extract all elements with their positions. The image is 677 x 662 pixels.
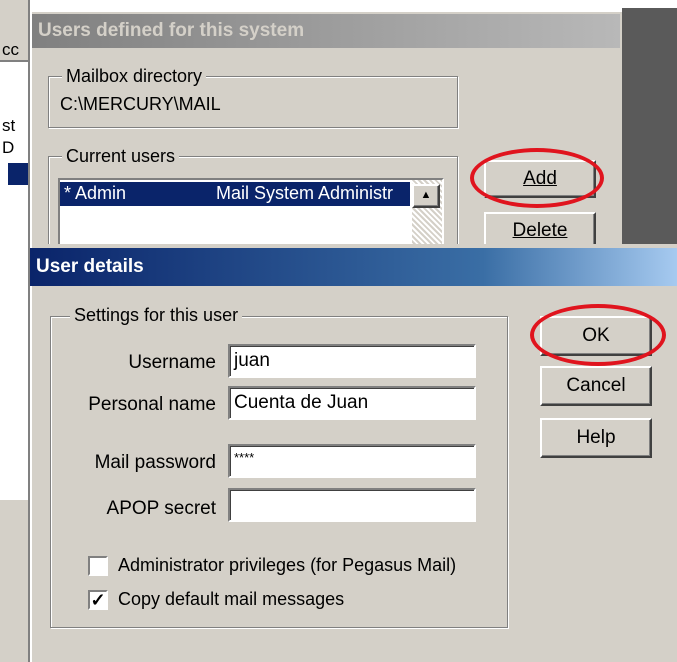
ok-highlight-circle — [530, 304, 666, 366]
delete-button-label: Delete — [512, 220, 568, 241]
background-text-1: cc — [2, 40, 19, 59]
background-text-3: D — [2, 138, 15, 157]
personal-name-label: Personal name — [88, 394, 216, 415]
help-button-label: Help — [576, 427, 616, 448]
personal-name-field[interactable]: Cuenta de Juan — [228, 386, 476, 420]
add-highlight-circle — [470, 148, 604, 208]
apop-secret-label: APOP secret — [106, 498, 216, 519]
username-field[interactable]: juan — [228, 344, 476, 378]
background-top-strip — [622, 0, 677, 8]
help-button[interactable]: Help — [540, 418, 652, 458]
background-selection — [8, 163, 28, 185]
users-dialog-title: Users defined for this system — [32, 14, 620, 48]
admin-privileges-label: Administrator privileges (for Pegasus Ma… — [118, 555, 457, 575]
background-text-2: st — [2, 116, 16, 135]
mailbox-path: C:\MERCURY\MAIL — [60, 94, 221, 114]
list-scrollbar[interactable]: ▲ — [412, 180, 442, 254]
user-name: * Admin — [64, 183, 127, 203]
list-item[interactable]: * Admin Mail System Administr — [60, 182, 410, 206]
mailbox-directory-label: Mailbox directory — [62, 66, 207, 87]
cancel-button-label: Cancel — [566, 375, 626, 396]
current-users-label: Current users — [62, 146, 180, 167]
apop-secret-field[interactable] — [228, 488, 476, 522]
user-details-title: User details — [30, 248, 677, 286]
admin-privileges-checkbox[interactable] — [88, 556, 108, 576]
mail-password-label: Mail password — [94, 452, 216, 473]
user-description: Mail System Administr — [216, 183, 394, 203]
mail-password-field[interactable]: **** — [228, 444, 476, 478]
copy-default-checkbox[interactable]: ✓ — [88, 590, 108, 610]
scroll-up-arrow-icon[interactable]: ▲ — [412, 184, 440, 208]
username-label: Username — [128, 352, 216, 373]
settings-group-label: Settings for this user — [70, 305, 243, 326]
copy-default-label: Copy default mail messages — [118, 589, 345, 609]
cancel-button[interactable]: Cancel — [540, 366, 652, 406]
